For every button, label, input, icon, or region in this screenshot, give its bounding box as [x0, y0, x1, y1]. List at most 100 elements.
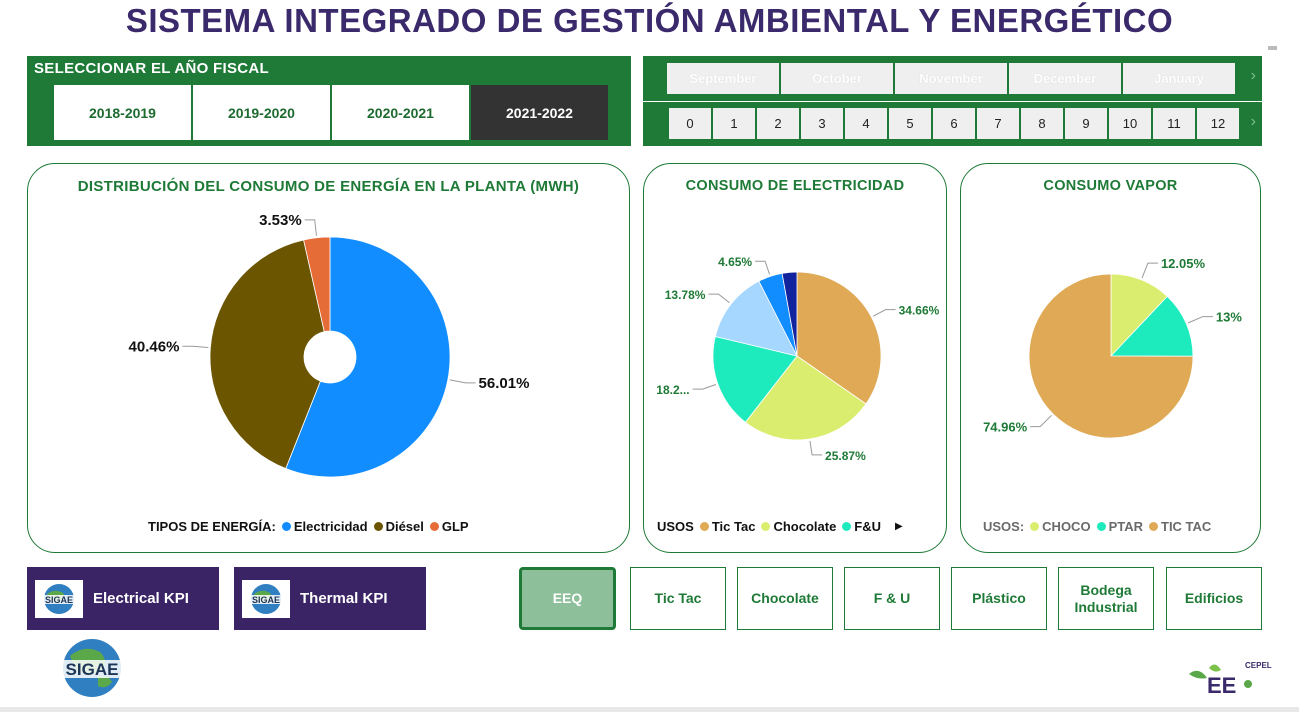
nav-button-chocolate[interactable]: Chocolate [737, 567, 833, 630]
legend-dot-icon [281, 522, 291, 531]
legend-dot-icon [1030, 522, 1040, 531]
cepel-ee-logo: EE CEPEL [1185, 660, 1277, 700]
nav-button-edificios[interactable]: Edificios [1166, 567, 1262, 630]
month-slicer: September October November December January … [643, 56, 1262, 101]
thermal-kpi-label: Thermal KPI [300, 590, 388, 607]
energy-chart-title: DISTRIBUCIÓN DEL CONSUMO DE ENERGÍA EN L… [77, 178, 580, 195]
legend-item-electricidad[interactable]: Electricidad [294, 519, 368, 534]
month-number-option-7[interactable]: 7 [977, 108, 1019, 139]
data-label: 74.96% [983, 420, 1028, 435]
month-number-option-6[interactable]: 6 [933, 108, 975, 139]
ee-logo-text: EE [1207, 673, 1236, 698]
vapor-legend-title: USOS: [983, 519, 1025, 534]
month-number-option-4[interactable]: 4 [845, 108, 887, 139]
sigae-logo-text: SIGAE [66, 660, 119, 679]
sigae-logo-icon: SIGAE [242, 579, 290, 618]
cepel-logo-text: CEPEL [1245, 661, 1272, 670]
legend-dot-icon [761, 522, 771, 531]
leader-line [304, 219, 317, 236]
leader-line [449, 379, 476, 384]
data-label: 25.87% [825, 449, 866, 463]
fiscal-year-options: 2018-2019 2019-2020 2020-2021 2021-2022 [54, 85, 608, 140]
month-number-option-1[interactable]: 1 [713, 108, 755, 139]
fiscal-year-2018-2019[interactable]: 2018-2019 [54, 85, 191, 140]
vapor-legend: USOS: CHOCO PTAR TIC TAC [983, 519, 1211, 534]
month-number-option-12[interactable]: 12 [1197, 108, 1239, 139]
electricity-pie-chart: 34.66% 25.87% 18.2... 13.78% 4.65% [656, 255, 939, 463]
electricity-legend-title: USOS [657, 519, 694, 534]
legend-dot-icon [1096, 522, 1106, 531]
month-number-option-11[interactable]: 11 [1153, 108, 1195, 139]
month-next-arrow-icon[interactable]: › [1251, 67, 1256, 85]
nav-button-tic-tac[interactable]: Tic Tac [630, 567, 726, 630]
legend-item-tic-tac[interactable]: Tic Tac [712, 519, 756, 534]
leader-line [692, 383, 717, 390]
month-number-option-3[interactable]: 3 [801, 108, 843, 139]
energy-legend-title: TIPOS DE ENERGÍA: [148, 519, 276, 534]
leader-line [1187, 316, 1213, 324]
legend-item-choco[interactable]: CHOCO [1042, 519, 1090, 534]
data-label: 12.05% [1161, 256, 1206, 271]
month-number-option-2[interactable]: 2 [757, 108, 799, 139]
scroll-indicator[interactable] [1268, 46, 1277, 50]
month-options: September October November December January [667, 63, 1235, 94]
legend-next-arrow-icon[interactable]: ▶ [895, 521, 903, 532]
electrical-kpi-label: Electrical KPI [93, 590, 189, 607]
legend-dot-icon [373, 522, 383, 531]
sigae-logo: SIGAE [50, 636, 134, 700]
month-option-october[interactable]: October [781, 63, 893, 94]
legend-item-chocolate[interactable]: Chocolate [773, 519, 836, 534]
data-label: 4.65% [718, 255, 752, 269]
legend-dot-icon [842, 522, 852, 531]
energy-donut-chart: 56.01% 40.46% 3.53% [129, 212, 530, 478]
page-title: SISTEMA INTEGRADO DE GESTIÓN AMBIENTAL Y… [125, 2, 1174, 39]
nav-button-bodega-industrial[interactable]: Bodega Industrial [1058, 567, 1154, 630]
leader-line [809, 440, 823, 456]
vapor-pie-chart: 12.05% 13% 74.96% [983, 256, 1242, 439]
vapor-chart-title: CONSUMO VAPOR [1043, 178, 1178, 194]
month-number-option-9[interactable]: 9 [1065, 108, 1107, 139]
legend-item-diesel[interactable]: Diésel [386, 519, 424, 534]
month-number-option-0[interactable]: 0 [669, 108, 711, 139]
legend-item-glp[interactable]: GLP [442, 519, 469, 534]
data-label: 13.78% [665, 288, 706, 302]
fiscal-year-2020-2021[interactable]: 2020-2021 [332, 85, 469, 140]
sigae-logo-icon: SIGAE [35, 579, 83, 618]
leader-line [755, 260, 771, 275]
month-option-november[interactable]: November [895, 63, 1007, 94]
legend-item-ptar[interactable]: PTAR [1109, 519, 1143, 534]
month-number-slicer: 0 1 2 3 4 5 6 7 8 9 10 11 12 › [643, 102, 1262, 146]
bottom-scrollbar[interactable] [0, 707, 1299, 712]
data-label: 3.53% [259, 212, 302, 229]
data-label: 18.2... [656, 383, 689, 397]
nav-button-plastico[interactable]: Plástico [951, 567, 1047, 630]
leader-line [1141, 262, 1158, 279]
energy-legend: TIPOS DE ENERGÍA: Electricidad Diésel GL… [148, 519, 469, 534]
month-number-options: 0 1 2 3 4 5 6 7 8 9 10 11 12 [669, 108, 1239, 139]
month-option-january[interactable]: January [1123, 63, 1235, 94]
vapor-card: CONSUMO VAPOR 12.05% 13% 74.96% USOS: CHOC… [960, 163, 1261, 553]
month-number-next-arrow-icon[interactable]: › [1251, 113, 1256, 131]
thermal-kpi-button[interactable]: SIGAE Thermal KPI [234, 567, 426, 630]
data-label: 13% [1216, 310, 1242, 325]
nav-button-fu[interactable]: F & U [844, 567, 940, 630]
legend-dot-icon [429, 522, 439, 531]
legend-item-fu[interactable]: F&U [854, 519, 881, 534]
leader-line [708, 293, 730, 304]
fiscal-year-2021-2022[interactable]: 2021-2022 [471, 85, 608, 140]
energy-distribution-card: DISTRIBUCIÓN DEL CONSUMO DE ENERGÍA EN L… [27, 163, 630, 553]
electrical-kpi-button[interactable]: SIGAE Electrical KPI [27, 567, 219, 630]
leader-line [182, 345, 209, 349]
electricity-card: CONSUMO DE ELECTRICIDAD 34.66% 25.87% 18.2… [643, 163, 947, 553]
legend-item-tic-tac-vapor[interactable]: TIC TAC [1161, 519, 1211, 534]
nav-button-eeq[interactable]: EEQ [519, 567, 616, 630]
month-number-option-10[interactable]: 10 [1109, 108, 1151, 139]
legend-dot-icon [1149, 522, 1158, 531]
month-number-option-8[interactable]: 8 [1021, 108, 1063, 139]
fiscal-year-2019-2020[interactable]: 2019-2020 [193, 85, 330, 140]
month-option-december[interactable]: December [1009, 63, 1121, 94]
electricity-chart-title: CONSUMO DE ELECTRICIDAD [685, 178, 905, 194]
data-label: 56.01% [479, 375, 530, 392]
month-number-option-5[interactable]: 5 [889, 108, 931, 139]
month-option-september[interactable]: September [667, 63, 779, 94]
